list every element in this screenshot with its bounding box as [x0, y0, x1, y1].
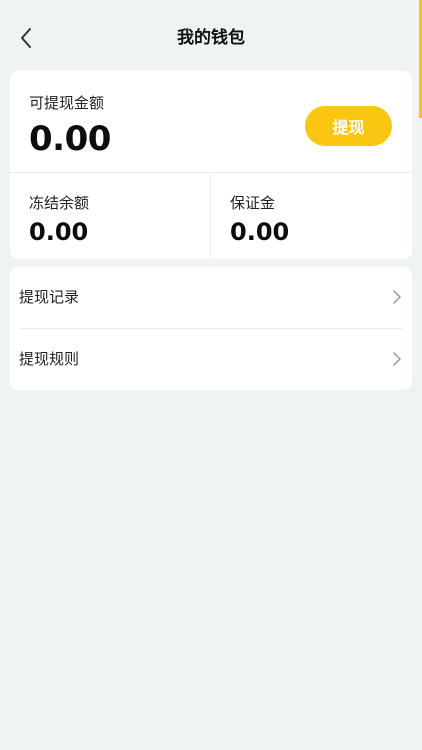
menu-item-withdraw-rules[interactable]: 提现规则 [10, 329, 412, 390]
withdrawable-amount: 0.00 [29, 119, 111, 159]
balance-card: 可提现金额 0.00 提现 冻结余额 0.00 保证金 0.00 [10, 71, 412, 259]
menu-item-withdraw-records[interactable]: 提现记录 [10, 267, 412, 328]
withdrawable-label: 可提现金额 [29, 94, 105, 112]
menu-item-label: 提现记录 [19, 288, 80, 306]
deposit-amount: 0.00 [230, 218, 290, 246]
menu-card: 提现记录 提现规则 [10, 267, 412, 390]
chevron-right-icon [393, 290, 401, 304]
frozen-balance-stat: 冻结余额 0.00 [10, 173, 210, 259]
wallet-page: 我的钱包 可提现金额 0.00 提现 冻结余额 0.00 保证金 0.00 提现… [0, 0, 422, 750]
frozen-balance-amount: 0.00 [29, 218, 89, 246]
chevron-right-icon [393, 352, 401, 366]
menu-item-label: 提现规则 [19, 350, 80, 368]
deposit-stat: 保证金 0.00 [211, 173, 411, 259]
deposit-label: 保证金 [230, 194, 276, 212]
page-title: 我的钱包 [177, 28, 245, 48]
top-navbar: 我的钱包 [0, 0, 422, 76]
frozen-balance-label: 冻结余额 [29, 194, 90, 212]
withdraw-button[interactable]: 提现 [305, 106, 392, 146]
